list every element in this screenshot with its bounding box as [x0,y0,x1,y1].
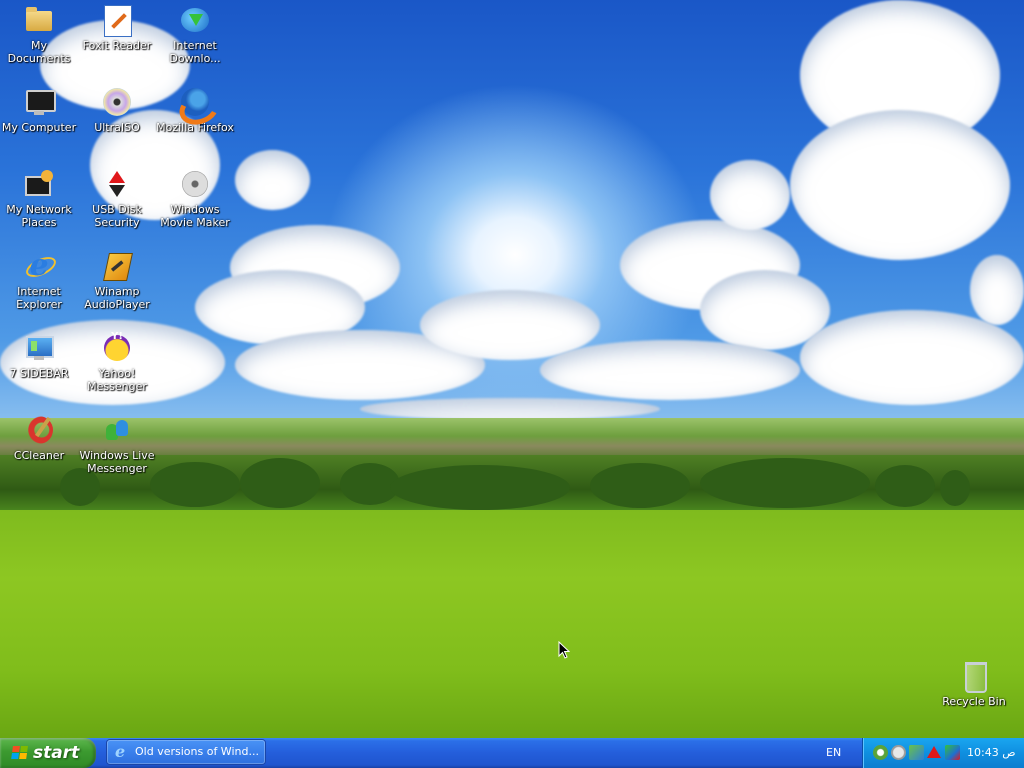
desktop-icon-ccleaner[interactable]: CCleaner [0,414,78,462]
clock[interactable]: 10:43 ص [967,746,1016,759]
yahoo-messenger-icon [101,331,133,364]
desktop-icon-label: My Network Places [6,203,72,229]
desktop-icon-label: My Documents [7,39,71,65]
desktop-icon-internet-download-manager[interactable]: Internet Downlo... [156,4,234,65]
desktop-icon-label: USB Disk Security [92,203,142,229]
desktop-icon-label: Foxit Reader [82,39,152,52]
desktop-icon-label: Recycle Bin [942,695,1006,708]
desktop-icon-7-sidebar[interactable]: 7 SIDEBAR [0,332,78,380]
desktop-icon-label: Yahoo! Messenger [87,367,147,393]
desktop-icon-label: Windows Movie Maker [160,203,230,229]
desktop-icon-yahoo-messenger[interactable]: Yahoo! Messenger [78,331,156,393]
network-icon [23,168,55,200]
desktop-icon-label: UltraISO [94,121,140,134]
desktop-icon-foxit-reader[interactable]: Foxit Reader [78,4,156,52]
grass-field [0,510,1024,738]
desktop-icon-label: Winamp AudioPlayer [84,285,150,311]
desktop-icon-label: Internet Downlo... [169,39,221,65]
desktop-icon-mozilla-firefox[interactable]: Mozilla Firefox [156,86,234,134]
desktop-icon-label: Windows Live Messenger [79,449,155,475]
film-reel-icon [179,168,211,200]
disc-icon [101,86,133,118]
desktop-icon-my-documents[interactable]: My Documents [0,4,78,65]
desktop-icon-windows-live-messenger[interactable]: Windows Live Messenger [78,414,156,475]
internet-explorer-icon: e [115,742,126,761]
sidebar-icon [23,332,55,364]
desktop-icon-internet-explorer[interactable]: e Internet Explorer [0,250,78,312]
desktop-icon-label: My Computer [1,121,77,134]
network-icon[interactable] [909,745,924,760]
desktop-icon-my-computer[interactable]: My Computer [0,86,78,134]
usb-security-icon [101,168,133,200]
desktop-icon-usb-disk-security[interactable]: USB Disk Security [78,168,156,229]
mouse-pointer-icon [558,641,570,659]
ccleaner-icon [23,414,55,446]
desktop-icon-label: 7 SIDEBAR [9,367,69,380]
desktop-icon-label: Internet Explorer [16,285,62,311]
desktop-icon-winamp[interactable]: Winamp AudioPlayer [78,250,156,311]
start-button[interactable]: start [0,738,96,768]
live-messenger-icon [101,414,133,446]
folder-icon [23,4,55,36]
taskbar-window-button[interactable]: e Old versions of Wind... [107,740,265,764]
desktop-icon-windows-movie-maker[interactable]: Windows Movie Maker [156,168,234,229]
desktop-icon-recycle-bin[interactable]: Recycle Bin [935,660,1013,708]
winamp-icon [101,250,133,282]
recycle-bin-icon [958,660,990,693]
firefox-icon [179,86,211,118]
windows-logo-icon [11,746,29,760]
system-tray: 10:43 ص [862,738,1024,768]
messenger-status-icon[interactable] [891,745,906,760]
computer-icon [23,86,56,118]
internet-explorer-icon: e [23,250,59,282]
desktop-icon-my-network-places[interactable]: My Network Places [0,168,78,229]
taskbar-window-label: Old versions of Wind... [135,745,259,758]
language-indicator[interactable]: EN [826,746,841,759]
pdf-reader-icon [101,4,133,37]
start-label: start [33,743,80,763]
wifi-icon[interactable] [945,745,960,760]
download-manager-icon [179,4,211,36]
taskbar: start e Old versions of Wind... EN 10:43… [0,738,1024,768]
desktop-icon-ultraiso[interactable]: UltraISO [78,86,156,134]
desktop-icon-label: CCleaner [13,449,65,462]
usb-security-icon[interactable] [927,746,941,758]
utorrent-icon[interactable] [873,745,888,760]
